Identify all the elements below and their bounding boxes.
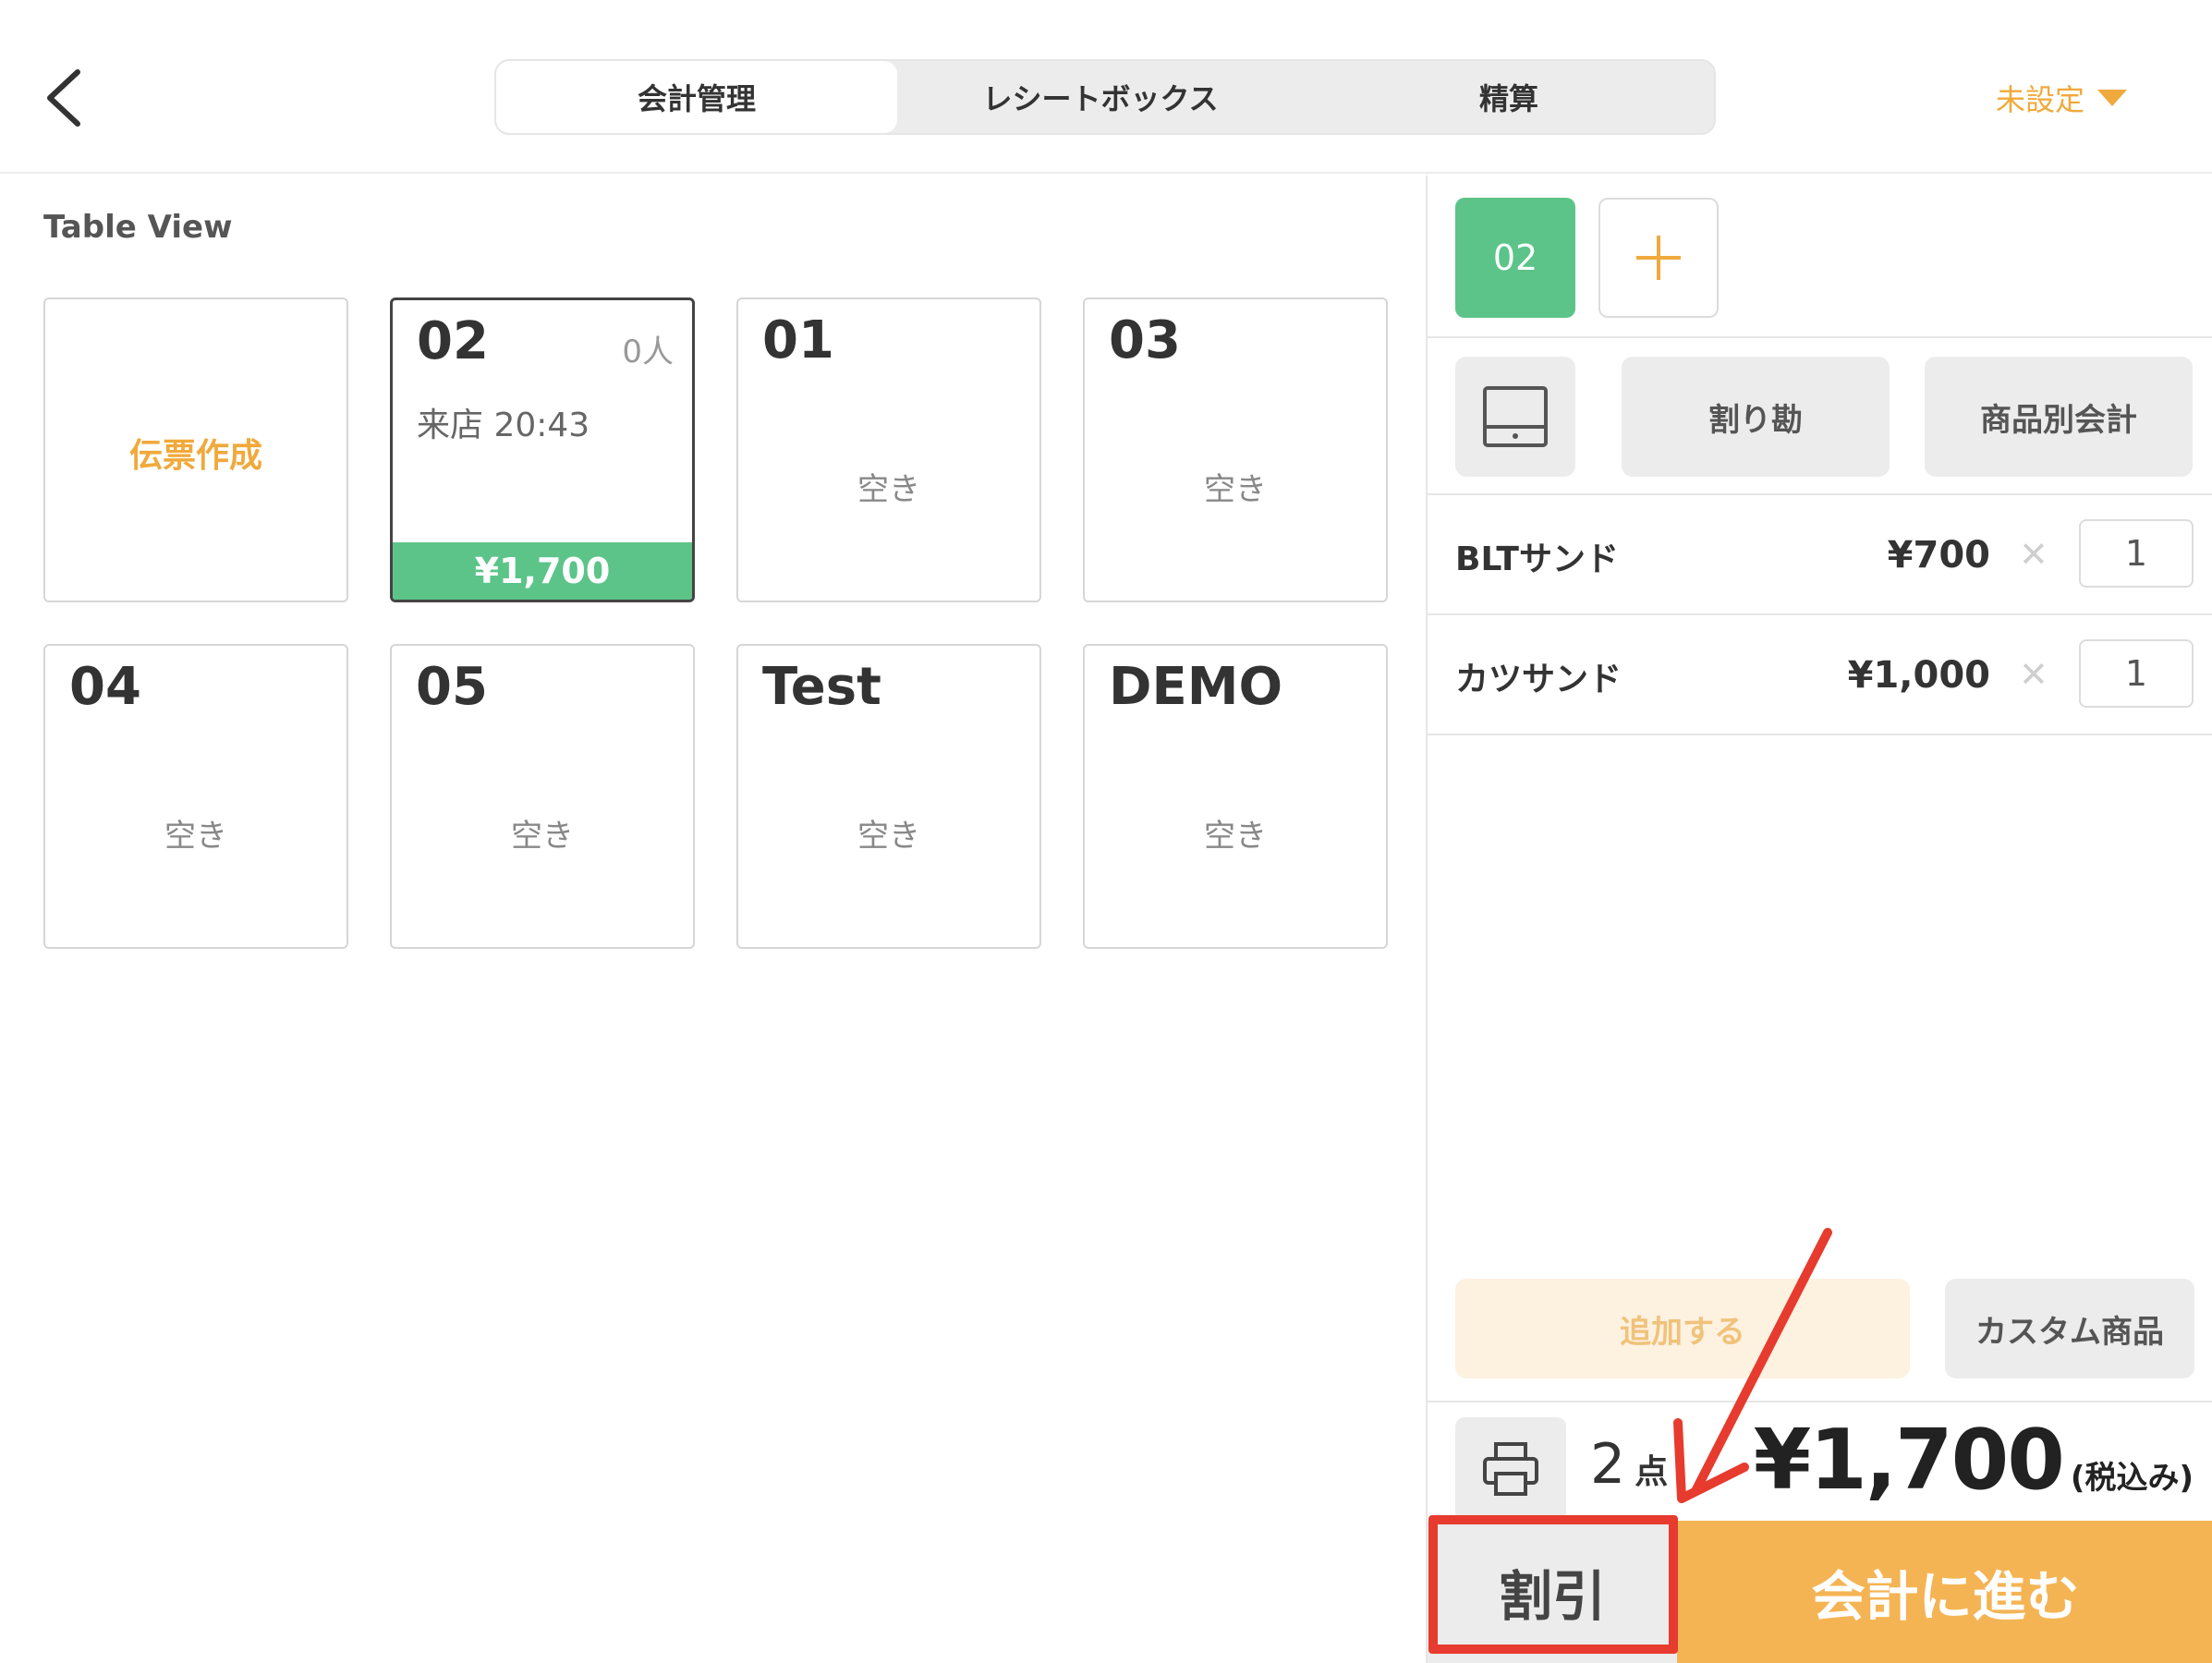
- item-checkout-button[interactable]: 商品別会計: [1925, 357, 2193, 477]
- caret-down-icon: [2097, 90, 2128, 106]
- order-total: ¥1,700 (税込み): [1754, 1412, 2194, 1509]
- table-view-panel: Table View 伝票作成 02 0人 来店 20:43 ¥1,700 01…: [0, 176, 1426, 1663]
- table-status: 空き: [1204, 471, 1267, 508]
- top-bar: 会計管理 レシートボックス 精算 未設定: [0, 0, 2212, 174]
- item-count: 2 点: [1590, 1432, 1668, 1497]
- table-card-02[interactable]: 02 0人 来店 20:43 ¥1,700: [390, 297, 695, 602]
- table-card-03[interactable]: 03 空き: [1083, 297, 1388, 602]
- item-name: カツサンド: [1455, 661, 1623, 698]
- item-quantity[interactable]: 1: [2079, 519, 2194, 588]
- table-card-04[interactable]: 04 空き: [43, 644, 348, 949]
- create-slip-card[interactable]: 伝票作成: [43, 297, 348, 602]
- plus-icon: [1636, 236, 1681, 280]
- table-status: 空き: [857, 818, 920, 855]
- tab-receipt-box[interactable]: レシートボックス: [897, 61, 1304, 133]
- table-status: 空き: [164, 818, 227, 855]
- item-name: BLTサンド: [1455, 540, 1619, 578]
- printer-icon: [1483, 1442, 1538, 1496]
- guest-count: 0人: [622, 334, 674, 370]
- multiply-icon: ✕: [2019, 654, 2048, 695]
- tablet-icon: [1483, 386, 1548, 447]
- item-count-unit: 点: [1635, 1453, 1669, 1491]
- segmented-control: 会計管理 レシートボックス 精算: [494, 59, 1716, 135]
- add-item-button[interactable]: 追加する: [1455, 1279, 1910, 1378]
- table-name: 01: [762, 310, 834, 370]
- table-status: 空き: [857, 471, 920, 508]
- print-button[interactable]: [1455, 1417, 1566, 1521]
- table-name: 04: [69, 657, 141, 717]
- order-item-row[interactable]: BLTサンド ¥700 ✕ 1: [1428, 495, 2212, 615]
- divider: [1428, 336, 2212, 338]
- table-name: 05: [416, 657, 488, 717]
- table-total: ¥1,700: [393, 542, 692, 600]
- table-card-05[interactable]: 05 空き: [390, 644, 695, 949]
- order-item-row[interactable]: カツサンド ¥1,000 ✕ 1: [1428, 615, 2212, 735]
- split-bill-button[interactable]: 割り勘: [1622, 357, 1890, 477]
- multiply-icon: ✕: [2019, 534, 2048, 575]
- table-chip-02[interactable]: 02: [1455, 198, 1575, 318]
- total-amount: ¥1,700: [1753, 1412, 2065, 1509]
- table-card-test[interactable]: Test 空き: [736, 644, 1041, 949]
- tab-accounting[interactable]: 会計管理: [496, 61, 897, 133]
- device-layout-button[interactable]: [1455, 357, 1575, 477]
- item-quantity[interactable]: 1: [2079, 639, 2194, 708]
- table-view-title: Table View: [43, 209, 233, 246]
- custom-item-button[interactable]: カスタム商品: [1945, 1279, 2194, 1378]
- discount-button[interactable]: 割引: [1428, 1521, 1677, 1663]
- chevron-left-icon: [47, 69, 80, 127]
- item-count-value: 2: [1590, 1432, 1626, 1497]
- table-name: 02: [417, 311, 489, 371]
- setting-dropdown[interactable]: 未設定: [1996, 79, 2128, 117]
- table-status: 空き: [1204, 818, 1267, 855]
- create-slip-label: 伝票作成: [128, 437, 262, 475]
- add-table-button[interactable]: [1598, 198, 1719, 318]
- table-card-demo[interactable]: DEMO 空き: [1083, 644, 1388, 949]
- setting-label: 未設定: [1996, 82, 2085, 117]
- item-price: ¥1,000: [1847, 654, 1990, 697]
- table-card-01[interactable]: 01 空き: [736, 297, 1041, 602]
- arrival-time: 来店 20:43: [417, 407, 590, 444]
- table-name: Test: [762, 657, 881, 717]
- back-button[interactable]: [37, 65, 92, 129]
- tab-settlement[interactable]: 精算: [1304, 61, 1714, 133]
- divider: [1428, 1401, 2212, 1402]
- tax-note: (税込み): [2070, 1460, 2194, 1497]
- item-price: ¥700: [1887, 534, 1990, 577]
- checkout-button[interactable]: 会計に進む: [1677, 1521, 2212, 1663]
- table-name: DEMO: [1109, 657, 1283, 717]
- table-status: 空き: [511, 818, 574, 855]
- order-panel: 02 割り勘 商品別会計 BLTサンド ¥700 ✕ 1 カツサンド ¥1,00…: [1426, 176, 2212, 1663]
- table-name: 03: [1109, 310, 1181, 370]
